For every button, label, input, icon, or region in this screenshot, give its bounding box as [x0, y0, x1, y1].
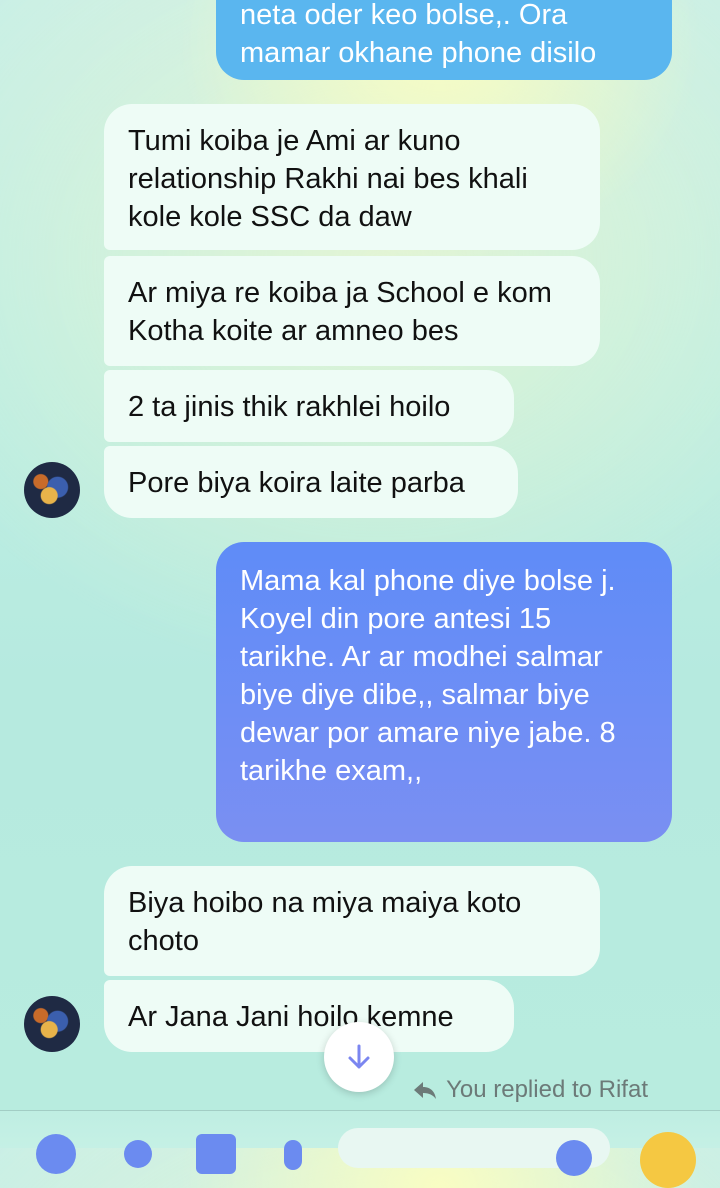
message-text: neta oder keo bolse,. Ora mamar okhane p…	[240, 0, 597, 69]
camera-icon[interactable]	[124, 1140, 152, 1168]
reaction-emoji-icon[interactable]	[640, 1132, 696, 1188]
message-text: 2 ta jinis thik rakhlei hoilo	[128, 391, 451, 423]
message-incoming[interactable]: Ar miya re koiba ja School e kom Kotha k…	[104, 256, 600, 366]
message-incoming[interactable]: Ar Jana Jani hoilo kemne	[104, 980, 514, 1052]
message-outgoing[interactable]: neta oder keo bolse,. Ora mamar okhane p…	[216, 0, 672, 80]
contact-avatar[interactable]	[24, 996, 80, 1052]
reply-note-text: You replied to Rifat	[446, 1076, 648, 1103]
gallery-icon[interactable]	[196, 1134, 236, 1174]
reply-indicator: You replied to Rifat	[412, 1074, 648, 1106]
message-text: Mama kal phone diye bolse j. Koyel din p…	[240, 565, 616, 787]
emoji-icon[interactable]	[556, 1140, 592, 1176]
message-incoming[interactable]: Pore biya koira laite parba	[104, 446, 518, 518]
message-incoming[interactable]: Tumi koiba je Ami ar kuno relationship R…	[104, 104, 600, 250]
contact-avatar[interactable]	[24, 462, 80, 518]
message-outgoing[interactable]: Mama kal phone diye bolse j. Koyel din p…	[216, 542, 672, 842]
message-text: Biya hoibo na miya maiya koto choto	[128, 887, 522, 957]
arrow-down-icon	[348, 1044, 370, 1069]
menu-icon[interactable]	[36, 1134, 76, 1174]
mic-icon[interactable]	[284, 1140, 302, 1170]
message-text: Ar Jana Jani hoilo kemne	[128, 1001, 454, 1033]
message-incoming[interactable]: 2 ta jinis thik rakhlei hoilo	[104, 370, 514, 442]
message-thread[interactable]: neta oder keo bolse,. Ora mamar okhane p…	[0, 0, 720, 1148]
reply-arrow-icon	[414, 1082, 437, 1099]
scroll-to-bottom-button[interactable]	[324, 1022, 394, 1092]
message-text: Tumi koiba je Ami ar kuno relationship R…	[128, 125, 528, 233]
message-text: Ar miya re koiba ja School e kom Kotha k…	[128, 277, 552, 347]
message-text: Pore biya koira laite parba	[128, 467, 465, 499]
message-incoming[interactable]: Biya hoibo na miya maiya koto choto	[104, 866, 600, 976]
